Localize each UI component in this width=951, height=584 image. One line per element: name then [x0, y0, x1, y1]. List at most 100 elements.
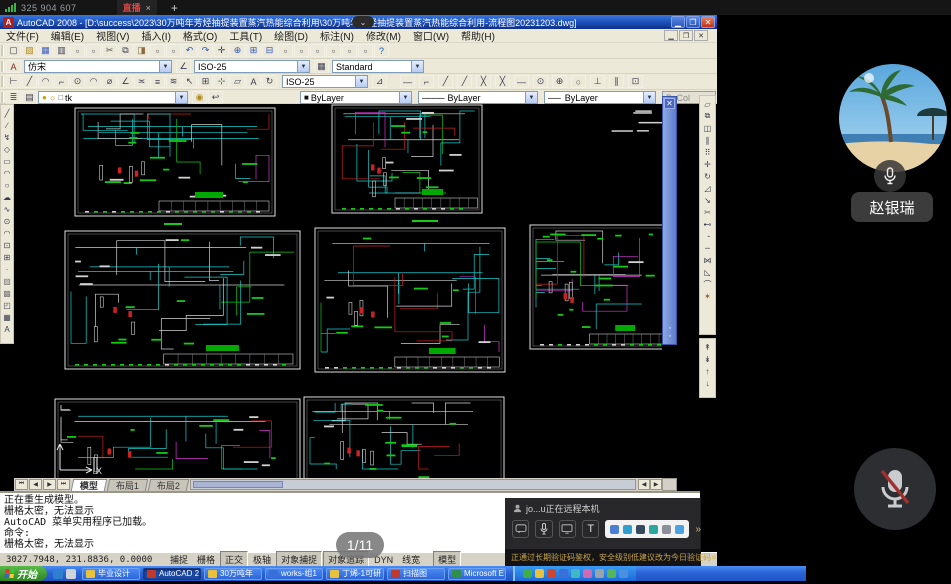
text-tool-button[interactable]: T	[582, 520, 599, 538]
toolbar-grip[interactable]	[1, 61, 4, 72]
settings-gear-icon[interactable]	[675, 525, 684, 534]
point-icon[interactable]: ·	[1, 263, 14, 275]
open-icon[interactable]: ▨	[22, 44, 37, 57]
night-mode-icon[interactable]	[636, 525, 645, 534]
doc-close-button[interactable]: ✕	[694, 30, 708, 41]
scroll-right-icon[interactable]: ▶	[650, 479, 662, 490]
tray-cloud-icon[interactable]	[619, 569, 628, 578]
send-to-back-icon[interactable]: ↡	[701, 353, 714, 365]
chamfer-icon[interactable]: ◺	[701, 266, 714, 278]
angular-icon[interactable]: ∠	[118, 75, 133, 88]
scroll-thumb[interactable]	[193, 481, 283, 488]
baseline-icon[interactable]: ≡	[150, 75, 165, 88]
color-combo[interactable]: ■ ByLayer▼	[300, 91, 412, 104]
horizontal-scrollbar[interactable]	[190, 479, 636, 490]
expand-more-icon[interactable]: »	[695, 524, 701, 535]
stretch-icon[interactable]: ↘	[701, 194, 714, 206]
menu-tools[interactable]: 工具(T)	[223, 28, 268, 43]
menu-window[interactable]: 窗口(W)	[407, 28, 455, 43]
redo-icon[interactable]: ↷	[198, 44, 213, 57]
dimension-update-icon[interactable]: ↻	[262, 75, 277, 88]
layer-freeze-icon[interactable]: ☼	[49, 93, 56, 102]
layer-on-icon[interactable]: ●	[42, 93, 47, 102]
make-object-layer-current-icon[interactable]: ◉	[192, 91, 207, 104]
sheet-set-manager-icon[interactable]: ▫	[326, 44, 341, 57]
quicklaunch-ie-icon[interactable]	[53, 569, 63, 579]
cursor-icon[interactable]	[649, 525, 658, 534]
start-button[interactable]: 开始	[0, 566, 47, 581]
tab-layout1[interactable]: 布局1	[107, 479, 149, 491]
layer-combo[interactable]: ● ☼ □ tk ▼	[38, 91, 188, 104]
tab-next-button[interactable]: ▶	[43, 479, 56, 490]
arc-icon[interactable]: ◠	[1, 167, 14, 179]
participant-mic-icon[interactable]	[874, 160, 906, 192]
snap-endpoint-icon[interactable]: ╱	[438, 75, 453, 88]
table-icon[interactable]: ▦	[1, 311, 14, 323]
erase-icon[interactable]: ▱	[701, 98, 714, 110]
save-icon[interactable]: ▦	[38, 44, 53, 57]
dim-style-combo[interactable]: ISO-25▼	[194, 60, 310, 73]
snap-perpendicular-icon[interactable]: ⊥	[590, 75, 605, 88]
bring-to-front-icon[interactable]: ↟	[701, 341, 714, 353]
close-tab-icon[interactable]: ×	[146, 3, 151, 13]
dimension-update-icon[interactable]: ⊿	[372, 75, 387, 88]
table-style-combo[interactable]: Standard▼	[332, 60, 424, 73]
snap-quadrant-icon[interactable]: ⊕	[552, 75, 567, 88]
arc-length-icon[interactable]: ◠	[38, 75, 53, 88]
array-icon[interactable]: ⠿	[701, 146, 714, 158]
radius-icon[interactable]: ⊙	[70, 75, 85, 88]
menu-dimension[interactable]: 标注(N)	[314, 28, 360, 43]
share-banner-collapse-button[interactable]: ⌄	[352, 16, 374, 28]
toolbar-grip[interactable]	[1, 45, 4, 56]
zoom-realtime-icon[interactable]: ⊕	[230, 44, 245, 57]
match-properties-icon[interactable]: ▫	[150, 44, 165, 57]
paste-icon[interactable]: ◨	[134, 44, 149, 57]
dimension-edit-icon[interactable]: ▱	[230, 75, 245, 88]
tray-display-icon[interactable]	[595, 569, 604, 578]
status-toggle-1[interactable]: 栅格	[193, 552, 219, 567]
break-at-point-icon[interactable]: ╶	[701, 230, 714, 242]
snap-parallel-icon[interactable]: ∥	[609, 75, 624, 88]
toolbar-grip[interactable]	[1, 76, 4, 87]
snap-tangent-icon[interactable]: ○	[571, 75, 586, 88]
snap-center-icon[interactable]: ⊙	[533, 75, 548, 88]
taskbar-window-2[interactable]: 30万吨年	[204, 568, 262, 580]
tray-audio-icon[interactable]	[571, 569, 580, 578]
break-icon[interactable]: ╌	[701, 242, 714, 254]
diameter-icon[interactable]: ⌀	[102, 75, 117, 88]
dim-style-icon[interactable]: ∠	[176, 60, 191, 73]
center-mark-icon[interactable]: ⊹	[214, 75, 229, 88]
linear-icon[interactable]: ⊢	[6, 75, 21, 88]
participant-avatar[interactable]	[839, 64, 947, 172]
hatch-icon[interactable]: ▨	[1, 275, 14, 287]
screen-button[interactable]	[559, 520, 576, 538]
doc-restore-button[interactable]: ❐	[679, 30, 693, 41]
jogged-icon[interactable]: ◠	[86, 75, 101, 88]
voice-button[interactable]	[535, 520, 552, 538]
fillet-icon[interactable]: ⌒	[701, 278, 714, 290]
taskbar-window-3[interactable]: works-组1	[265, 568, 323, 580]
layer-filter-icon[interactable]: ▤	[22, 91, 37, 104]
help-icon[interactable]: ?	[374, 44, 389, 57]
text-style-combo[interactable]: 仿宋▼	[24, 60, 172, 73]
snap-apparent-intersection-icon[interactable]: ╳	[495, 75, 510, 88]
layer-previous-icon[interactable]: ↩	[208, 91, 223, 104]
taskbar-window-1[interactable]: AutoCAD 2	[143, 568, 201, 580]
spline-icon[interactable]: ∿	[1, 203, 14, 215]
table-style-icon[interactable]: ▦	[314, 60, 329, 73]
offset-icon[interactable]: ∥	[701, 134, 714, 146]
user-icon[interactable]	[662, 525, 671, 534]
revision-cloud-icon[interactable]: ☁	[1, 191, 14, 203]
lineweight-combo[interactable]: ── ByLayer▼	[544, 91, 656, 104]
tool-palettes-icon[interactable]: ▫	[310, 44, 325, 57]
quick-dimension-icon[interactable]: ≍	[134, 75, 149, 88]
cut-icon[interactable]: ✂	[102, 44, 117, 57]
linetype-combo[interactable]: ──── ByLayer▼	[418, 91, 538, 104]
snap-intersection-icon[interactable]: ╳	[476, 75, 491, 88]
region-icon[interactable]: ◰	[1, 299, 14, 311]
tray-security-icon[interactable]	[547, 569, 556, 578]
dimension-style-combo[interactable]: ISO-25▼	[282, 75, 368, 88]
tab-model[interactable]: 模型	[71, 479, 108, 491]
plot-preview-icon[interactable]: ▫	[70, 44, 85, 57]
scale-icon[interactable]: ◿	[701, 182, 714, 194]
